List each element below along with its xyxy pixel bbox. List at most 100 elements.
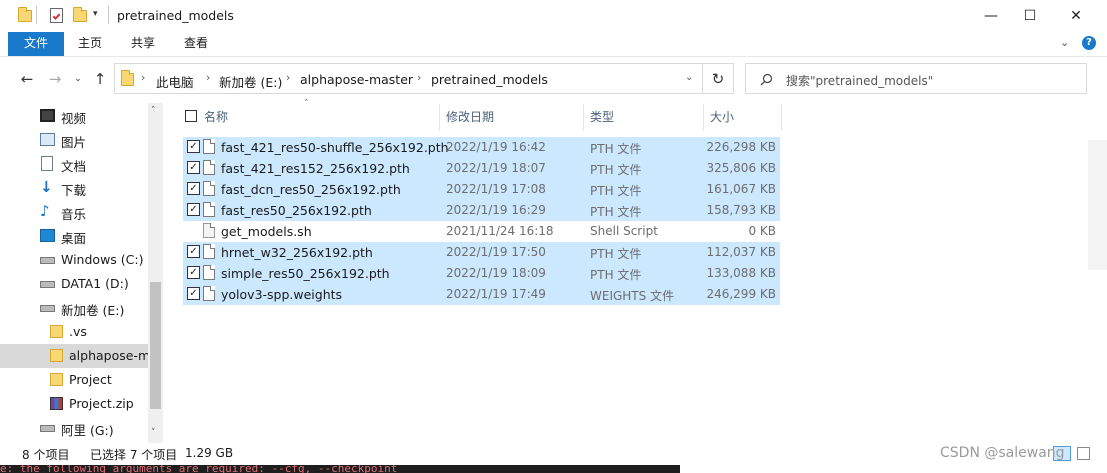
sidebar-item-project[interactable]: Project — [0, 368, 148, 392]
sidebar-item-pictures[interactable]: 图片 — [0, 128, 148, 152]
table-row[interactable]: ✓ simple_res50_256x192.pth 2022/1/19 18:… — [183, 263, 780, 284]
selected-size: 1.29 GB — [185, 446, 234, 460]
column-name[interactable]: 名称 — [204, 104, 228, 131]
divider[interactable] — [439, 104, 440, 131]
terminal-text: e: the following arguments are required:… — [0, 465, 398, 473]
tab-view[interactable]: 查看 — [174, 32, 218, 56]
table-row[interactable]: ✓ fast_421_res152_256x192.pth 2022/1/19 … — [183, 158, 780, 179]
forward-button[interactable]: → — [44, 66, 66, 92]
row-checkbox[interactable]: ✓ — [187, 140, 200, 153]
drive-icon — [40, 425, 55, 432]
sidebar-item-drive-e[interactable]: 新加卷 (E:) — [0, 296, 148, 320]
sidebar-item-label: 视频 — [61, 111, 87, 126]
breadcrumb-alphapose-master[interactable]: alphapose-master — [300, 72, 413, 87]
tab-file[interactable]: 文件 — [8, 32, 64, 56]
sidebar-item-downloads[interactable]: ↓ 下载 — [0, 176, 148, 200]
navigation-pane: 视频 图片 文档 ↓ 下载 ♪ 音乐 桌面 Windows (C:) DATA1… — [0, 103, 163, 443]
file-type: PTH 文件 — [590, 142, 642, 156]
breadcrumb-pretrained-models[interactable]: pretrained_models — [431, 72, 548, 87]
file-type: PTH 文件 — [590, 184, 642, 198]
sidebar-item-alphapose[interactable]: alphapose-m — [0, 344, 150, 368]
table-row[interactable]: ✓ yolov3-spp.weights 2022/1/19 17:49 WEI… — [183, 284, 780, 305]
properties-icon[interactable] — [50, 8, 63, 23]
sidebar-scrollbar-thumb[interactable] — [150, 282, 161, 409]
ribbon-expand-icon[interactable]: ⌄ — [1060, 36, 1069, 49]
file-size: 325,806 KB — [706, 161, 776, 175]
ribbon-tabs: 文件 主页 共享 查看 ⌄ ? — [0, 32, 1107, 56]
music-icon: ♪ — [40, 202, 50, 220]
column-type[interactable]: 类型 — [590, 104, 614, 131]
row-checkbox[interactable]: ✓ — [187, 266, 200, 279]
back-button[interactable]: ← — [16, 66, 38, 92]
table-row[interactable]: ✓ hrnet_w32_256x192.pth 2022/1/19 17:50 … — [183, 242, 780, 263]
column-size[interactable]: 大小 — [710, 104, 734, 131]
file-size: 133,088 KB — [706, 266, 776, 280]
help-icon[interactable]: ? — [1082, 36, 1096, 50]
new-folder-icon[interactable] — [73, 7, 87, 22]
qat-dropdown-icon[interactable]: ▾ — [93, 9, 98, 19]
file-type: Shell Script — [590, 224, 658, 238]
sort-ascending-icon: ˄ — [304, 99, 309, 109]
drive-icon — [40, 305, 55, 312]
recent-locations-icon[interactable]: ⌄ — [67, 66, 89, 92]
table-row[interactable]: get_models.sh 2021/11/24 16:18 Shell Scr… — [183, 221, 780, 242]
file-date: 2022/1/19 16:29 — [446, 203, 546, 217]
address-bar[interactable]: › 此电脑 › 新加卷 (E:) › alphapose-master › pr… — [114, 63, 703, 94]
file-date: 2022/1/19 17:49 — [446, 287, 546, 301]
file-icon — [203, 286, 215, 301]
sidebar-item-label: 图片 — [61, 135, 87, 150]
sidebar-item-desktop[interactable]: 桌面 — [0, 224, 148, 248]
table-row[interactable]: ✓ fast_res50_256x192.pth 2022/1/19 16:29… — [183, 200, 780, 221]
scroll-up-icon[interactable]: ˄ — [151, 106, 156, 116]
sidebar-item-label: Windows (C:) — [61, 252, 144, 267]
table-row[interactable]: ✓ fast_421_res50-shuffle_256x192.pth 202… — [183, 137, 780, 158]
sidebar-item-vs[interactable]: .vs — [0, 320, 148, 344]
documents-icon — [41, 156, 53, 171]
sidebar-item-drive-c[interactable]: Windows (C:) — [0, 248, 148, 272]
sidebar-item-drive-g[interactable]: 阿里 (G:) — [0, 416, 148, 440]
divider[interactable] — [583, 104, 584, 131]
sidebar-item-documents[interactable]: 文档 — [0, 152, 148, 176]
row-checkbox[interactable]: ✓ — [187, 203, 200, 216]
file-date: 2021/11/24 16:18 — [446, 224, 554, 238]
row-checkbox[interactable]: ✓ — [187, 287, 200, 300]
divider[interactable] — [703, 104, 704, 131]
row-checkbox[interactable]: ✓ — [187, 161, 200, 174]
file-icon — [203, 244, 215, 259]
select-all-checkbox[interactable] — [185, 110, 197, 122]
sidebar-item-drive-d[interactable]: DATA1 (D:) — [0, 272, 148, 296]
folder-icon — [50, 349, 63, 362]
sidebar-item-music[interactable]: ♪ 音乐 — [0, 200, 148, 224]
file-name: simple_res50_256x192.pth — [221, 266, 390, 281]
divider[interactable] — [781, 104, 782, 131]
file-name: fast_421_res50-shuffle_256x192.pth — [221, 140, 449, 155]
up-button[interactable]: ↑ — [89, 66, 111, 92]
tab-share[interactable]: 共享 — [121, 32, 165, 56]
close-button[interactable]: ✕ — [1053, 0, 1099, 32]
row-checkbox[interactable]: ✓ — [187, 245, 200, 258]
search-input[interactable]: 搜索"pretrained_models" — [745, 63, 1087, 94]
table-row[interactable]: ✓ fast_dcn_res50_256x192.pth 2022/1/19 1… — [183, 179, 780, 200]
address-dropdown-icon[interactable]: ⌄ — [685, 72, 693, 83]
sidebar-item-label: Project — [69, 372, 112, 387]
file-size: 112,037 KB — [706, 245, 776, 259]
breadcrumb-this-pc[interactable]: 此电脑 — [156, 72, 194, 91]
sidebar-item-label: 文档 — [61, 159, 87, 174]
sidebar-item-project-zip[interactable]: Project.zip — [0, 392, 148, 416]
breadcrumb-drive-e[interactable]: 新加卷 (E:) — [219, 72, 282, 91]
divider — [108, 6, 109, 24]
sidebar-item-videos[interactable]: 视频 — [0, 104, 148, 128]
folder-icon — [50, 373, 63, 386]
row-checkbox[interactable]: ✓ — [187, 182, 200, 195]
scroll-down-icon[interactable]: ˅ — [151, 428, 156, 438]
refresh-button[interactable]: ↻ — [703, 63, 734, 94]
file-name: fast_res50_256x192.pth — [221, 203, 372, 218]
large-icons-view-button[interactable] — [1077, 447, 1090, 460]
maximize-button[interactable]: ☐ — [1007, 0, 1053, 32]
tab-home[interactable]: 主页 — [68, 32, 112, 56]
column-modified[interactable]: 修改日期 — [446, 104, 494, 131]
folder-icon — [50, 325, 63, 338]
selected-count: 已选择 7 个项目 — [90, 448, 178, 462]
chevron-right-icon: › — [206, 71, 211, 84]
chevron-right-icon: › — [286, 71, 291, 84]
